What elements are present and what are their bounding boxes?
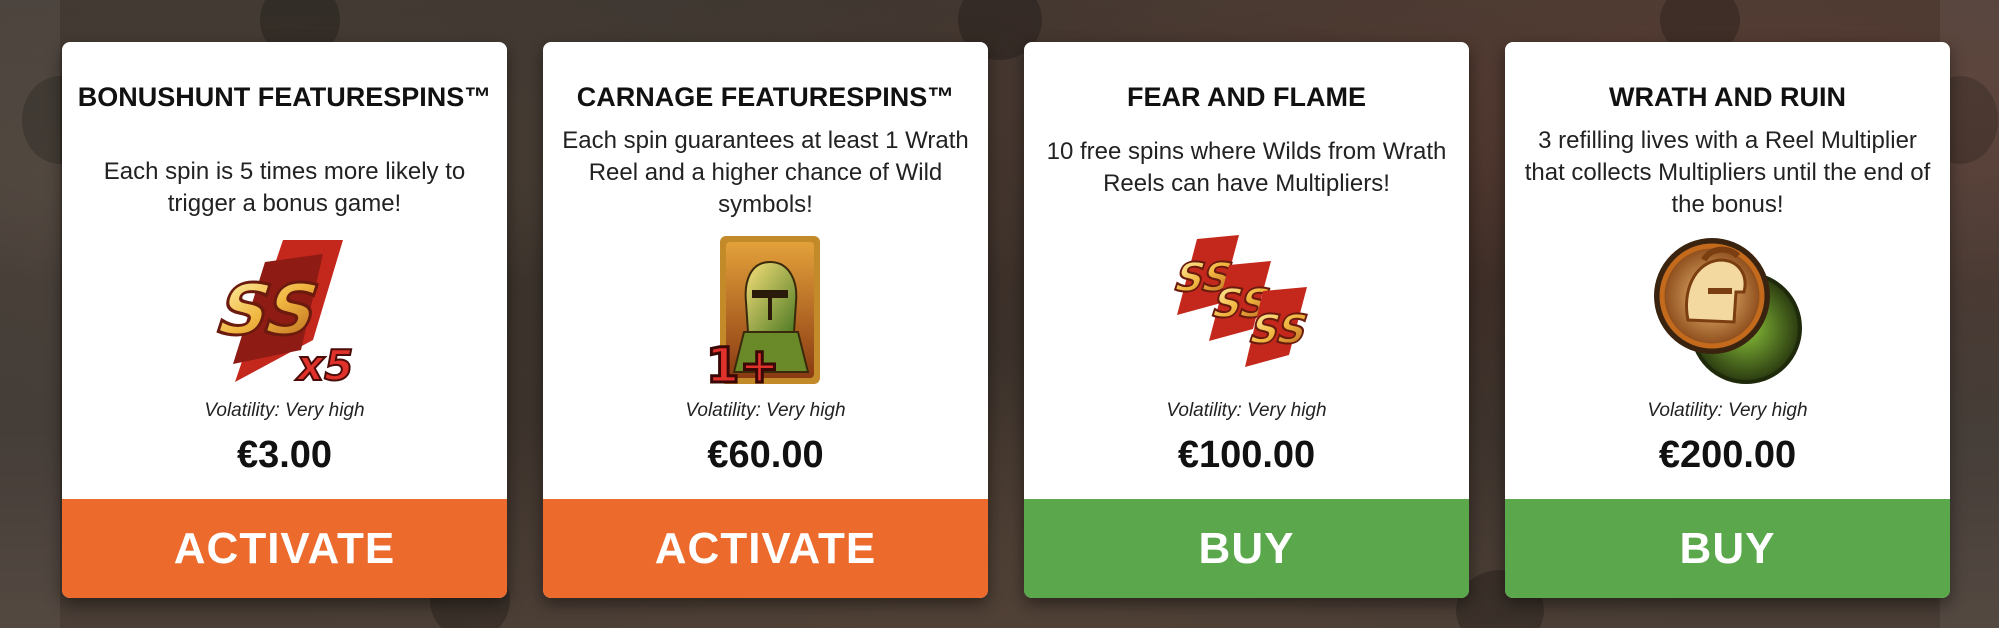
buy-button[interactable]: BUY [1505, 499, 1950, 598]
volatility-label: Volatility: Very high [204, 400, 365, 421]
price-label: €200.00 [1658, 434, 1797, 476]
card-title: CARNAGE FEATURESPINS™ [576, 82, 955, 112]
buy-button[interactable]: BUY [1024, 499, 1469, 598]
volatility-label: Volatility: Very high [685, 400, 846, 421]
card-title: WRATH AND RUIN [1609, 82, 1846, 112]
volatility-label: Volatility: Very high [1166, 400, 1327, 421]
price-label: €3.00 [236, 434, 333, 476]
feature-card-wrath-and-ruin: WRATH AND RUIN 3 refilling lives with a … [1505, 42, 1950, 598]
card-title: BONUSHUNT FEATURESPINS™ [77, 82, 492, 112]
price-label: €100.00 [1177, 434, 1316, 476]
card-description: Each spin guarantees at least 1 Wrath Re… [562, 127, 969, 218]
knight-card-icon: 1+ [704, 236, 820, 392]
ss-x5-icon: SS x5 [205, 240, 354, 391]
svg-text:x5: x5 [295, 341, 353, 390]
card-description: 10 free spins where Wilds from Wrath Ree… [1046, 138, 1447, 197]
activate-button[interactable]: ACTIVATE [62, 499, 507, 598]
helmet-coins-icon [1653, 238, 1802, 384]
feature-card-bonushunt: BONUSHUNT FEATURESPINS™ Each spin is 5 t… [62, 42, 507, 598]
feature-card-carnage: CARNAGE FEATURESPINS™ Each spin guarante… [543, 42, 988, 598]
card-title: FEAR AND FLAME [1127, 82, 1366, 112]
activate-button[interactable]: ACTIVATE [543, 499, 988, 598]
triple-ss-icon: SS SS SS [1167, 235, 1315, 367]
feature-card-fear-and-flame: FEAR AND FLAME 10 free spins where Wilds… [1024, 42, 1469, 598]
volatility-label: Volatility: Very high [1647, 400, 1808, 421]
card-description: 3 refilling lives with a Reel Multiplier… [1524, 127, 1931, 218]
price-label: €60.00 [707, 434, 824, 476]
card-description: Each spin is 5 times more likely to trig… [103, 158, 466, 217]
svg-text:1+: 1+ [706, 338, 780, 392]
